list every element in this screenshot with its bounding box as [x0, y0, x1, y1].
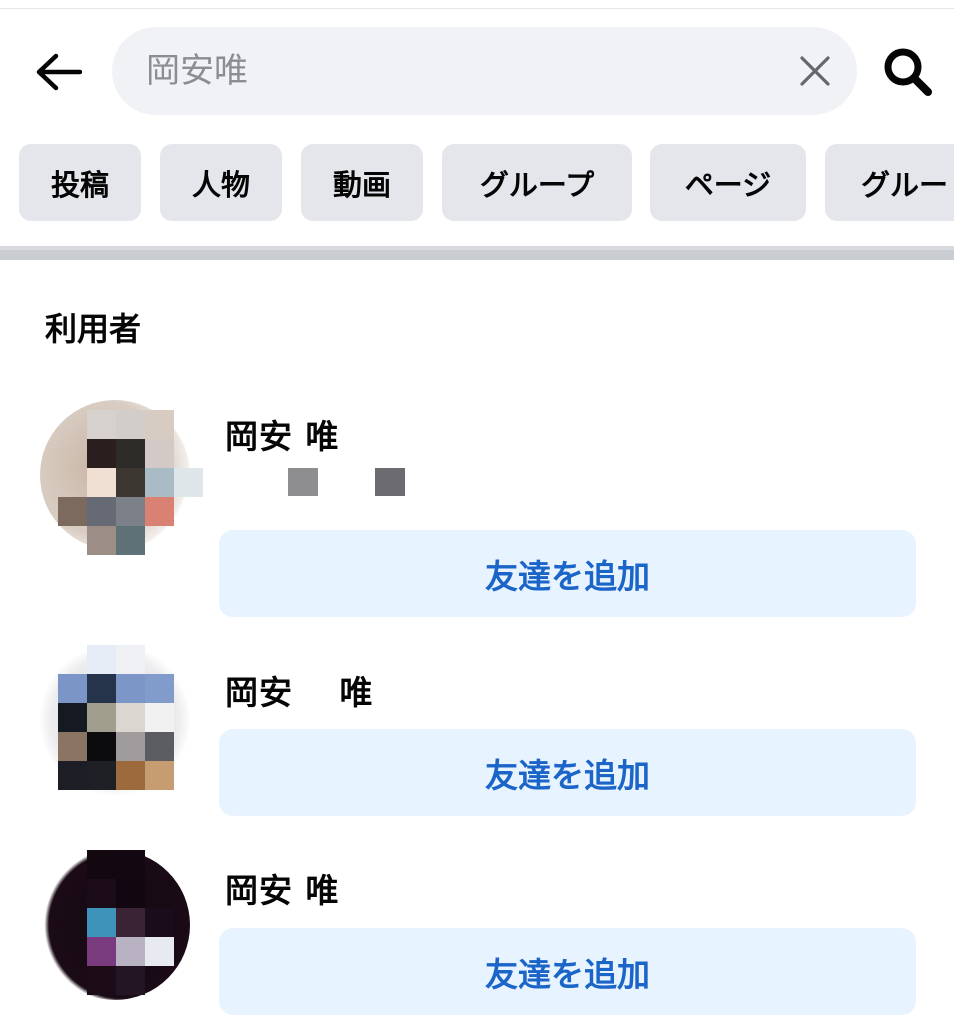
- user-name[interactable]: 岡安 唯: [225, 410, 340, 458]
- section-divider: [0, 246, 954, 260]
- avatar[interactable]: [40, 850, 190, 1000]
- arrow-left-icon: [36, 53, 82, 91]
- avatar[interactable]: [40, 645, 190, 795]
- filter-chip-groups-more[interactable]: グルー: [825, 144, 954, 221]
- top-divider: [0, 8, 954, 9]
- filter-chip-videos[interactable]: 動画: [301, 144, 423, 221]
- close-icon: [800, 56, 830, 86]
- search-button[interactable]: [878, 44, 938, 100]
- back-button[interactable]: [28, 44, 88, 100]
- filter-chip-posts[interactable]: 投稿: [19, 144, 141, 221]
- section-title: 利用者: [45, 310, 142, 348]
- add-friend-button[interactable]: 友達を追加: [219, 729, 916, 816]
- user-name[interactable]: 岡安 唯: [225, 864, 340, 912]
- redacted-detail: [288, 468, 318, 496]
- user-name[interactable]: 岡安 唯: [225, 666, 374, 714]
- search-input[interactable]: [146, 45, 766, 97]
- search-icon: [884, 48, 932, 96]
- filter-chip-groups[interactable]: グループ: [442, 144, 632, 221]
- redacted-detail: [375, 468, 405, 496]
- add-friend-button[interactable]: 友達を追加: [219, 928, 916, 1015]
- filter-chip-pages[interactable]: ページ: [650, 144, 806, 221]
- avatar[interactable]: [40, 400, 203, 555]
- clear-search-button[interactable]: [795, 51, 835, 91]
- add-friend-button[interactable]: 友達を追加: [219, 530, 916, 617]
- search-box[interactable]: [112, 27, 857, 115]
- filter-chip-people[interactable]: 人物: [160, 144, 282, 221]
